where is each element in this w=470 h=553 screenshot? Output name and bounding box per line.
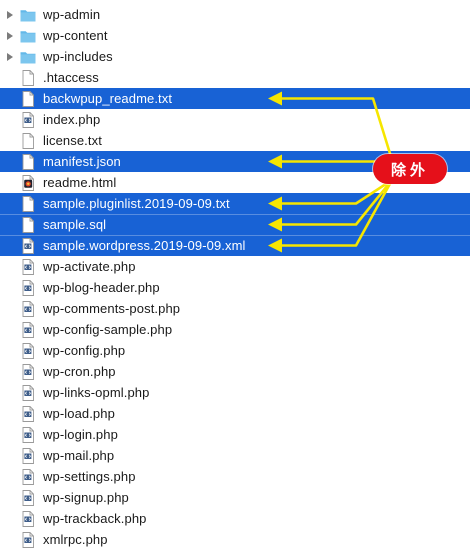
file-row[interactable]: wp-config.php <box>0 340 470 361</box>
file-name: sample.pluginlist.2019-09-09.txt <box>43 196 230 211</box>
document-icon <box>22 153 34 170</box>
file-name: wp-blog-header.php <box>43 280 160 295</box>
html-file-icon <box>22 174 34 191</box>
file-row[interactable]: wp-activate.php <box>0 256 470 277</box>
document-icon <box>22 90 34 107</box>
php-file-icon <box>22 363 34 380</box>
file-name: wp-activate.php <box>43 259 136 274</box>
file-name: wp-comments-post.php <box>43 301 181 316</box>
file-name: wp-trackback.php <box>43 511 147 526</box>
folder-icon <box>20 9 36 21</box>
file-name: readme.html <box>43 175 117 190</box>
file-row[interactable]: wp-config-sample.php <box>0 319 470 340</box>
document-icon <box>22 132 34 149</box>
php-file-icon <box>22 510 34 527</box>
xml-file-icon <box>22 237 34 254</box>
file-row[interactable]: wp-trackback.php <box>0 508 470 529</box>
folder-icon <box>20 30 36 42</box>
file-row[interactable]: wp-includes <box>0 46 470 67</box>
file-name: wp-signup.php <box>43 490 129 505</box>
file-name: wp-cron.php <box>43 364 116 379</box>
file-name: wp-settings.php <box>43 469 136 484</box>
file-name: manifest.json <box>43 154 121 169</box>
file-name: xmlrpc.php <box>43 532 108 547</box>
file-name: sample.sql <box>43 217 107 232</box>
file-row[interactable]: xmlrpc.php <box>0 529 470 550</box>
file-row[interactable]: wp-signup.php <box>0 487 470 508</box>
document-icon <box>22 216 34 233</box>
php-file-icon <box>22 258 34 275</box>
disclosure-triangle-icon[interactable] <box>7 10 13 19</box>
file-name: sample.wordpress.2019-09-09.xml <box>43 238 246 253</box>
file-list: wp-admin wp-content wp-includes .htaccess ba… <box>0 4 470 550</box>
file-row[interactable]: index.php <box>0 109 470 130</box>
document-icon <box>22 195 34 212</box>
php-file-icon <box>22 531 34 548</box>
file-name: wp-links-opml.php <box>43 385 150 400</box>
disclosure-triangle-icon[interactable] <box>7 52 13 61</box>
file-row[interactable]: wp-comments-post.php <box>0 298 470 319</box>
file-name: index.php <box>43 112 101 127</box>
file-row[interactable]: sample.wordpress.2019-09-09.xml <box>0 235 470 256</box>
file-row[interactable]: license.txt <box>0 130 470 151</box>
file-name: wp-login.php <box>43 427 118 442</box>
file-row[interactable]: .htaccess <box>0 67 470 88</box>
file-row[interactable]: wp-cron.php <box>0 361 470 382</box>
file-row[interactable]: readme.html <box>0 172 470 193</box>
file-row[interactable]: sample.sql <box>0 214 470 235</box>
php-file-icon <box>22 489 34 506</box>
file-row[interactable]: wp-load.php <box>0 403 470 424</box>
php-file-icon <box>22 384 34 401</box>
php-file-icon <box>22 111 34 128</box>
php-file-icon <box>22 426 34 443</box>
php-file-icon <box>22 279 34 296</box>
file-row[interactable]: wp-settings.php <box>0 466 470 487</box>
file-name: wp-admin <box>43 7 101 22</box>
php-file-icon <box>22 321 34 338</box>
file-name: backwpup_readme.txt <box>43 91 173 106</box>
file-row[interactable]: wp-content <box>0 25 470 46</box>
disclosure-triangle-icon[interactable] <box>7 31 13 40</box>
file-name: license.txt <box>43 133 102 148</box>
file-row[interactable]: sample.pluginlist.2019-09-09.txt <box>0 193 470 214</box>
php-file-icon <box>22 447 34 464</box>
blank-document-icon <box>22 69 34 86</box>
file-row[interactable]: wp-login.php <box>0 424 470 445</box>
file-name: wp-mail.php <box>43 448 115 463</box>
php-file-icon <box>22 300 34 317</box>
file-row[interactable]: backwpup_readme.txt <box>0 88 470 109</box>
file-name: wp-config.php <box>43 343 126 358</box>
folder-icon <box>20 51 36 63</box>
file-name: wp-load.php <box>43 406 115 421</box>
file-row[interactable]: wp-links-opml.php <box>0 382 470 403</box>
file-name: .htaccess <box>43 70 99 85</box>
file-row[interactable]: wp-admin <box>0 4 470 25</box>
file-row[interactable]: manifest.json <box>0 151 470 172</box>
php-file-icon <box>22 468 34 485</box>
file-row[interactable]: wp-mail.php <box>0 445 470 466</box>
php-file-icon <box>22 342 34 359</box>
file-name: wp-content <box>43 28 108 43</box>
php-file-icon <box>22 405 34 422</box>
file-name: wp-includes <box>43 49 113 64</box>
file-row[interactable]: wp-blog-header.php <box>0 277 470 298</box>
file-name: wp-config-sample.php <box>43 322 173 337</box>
